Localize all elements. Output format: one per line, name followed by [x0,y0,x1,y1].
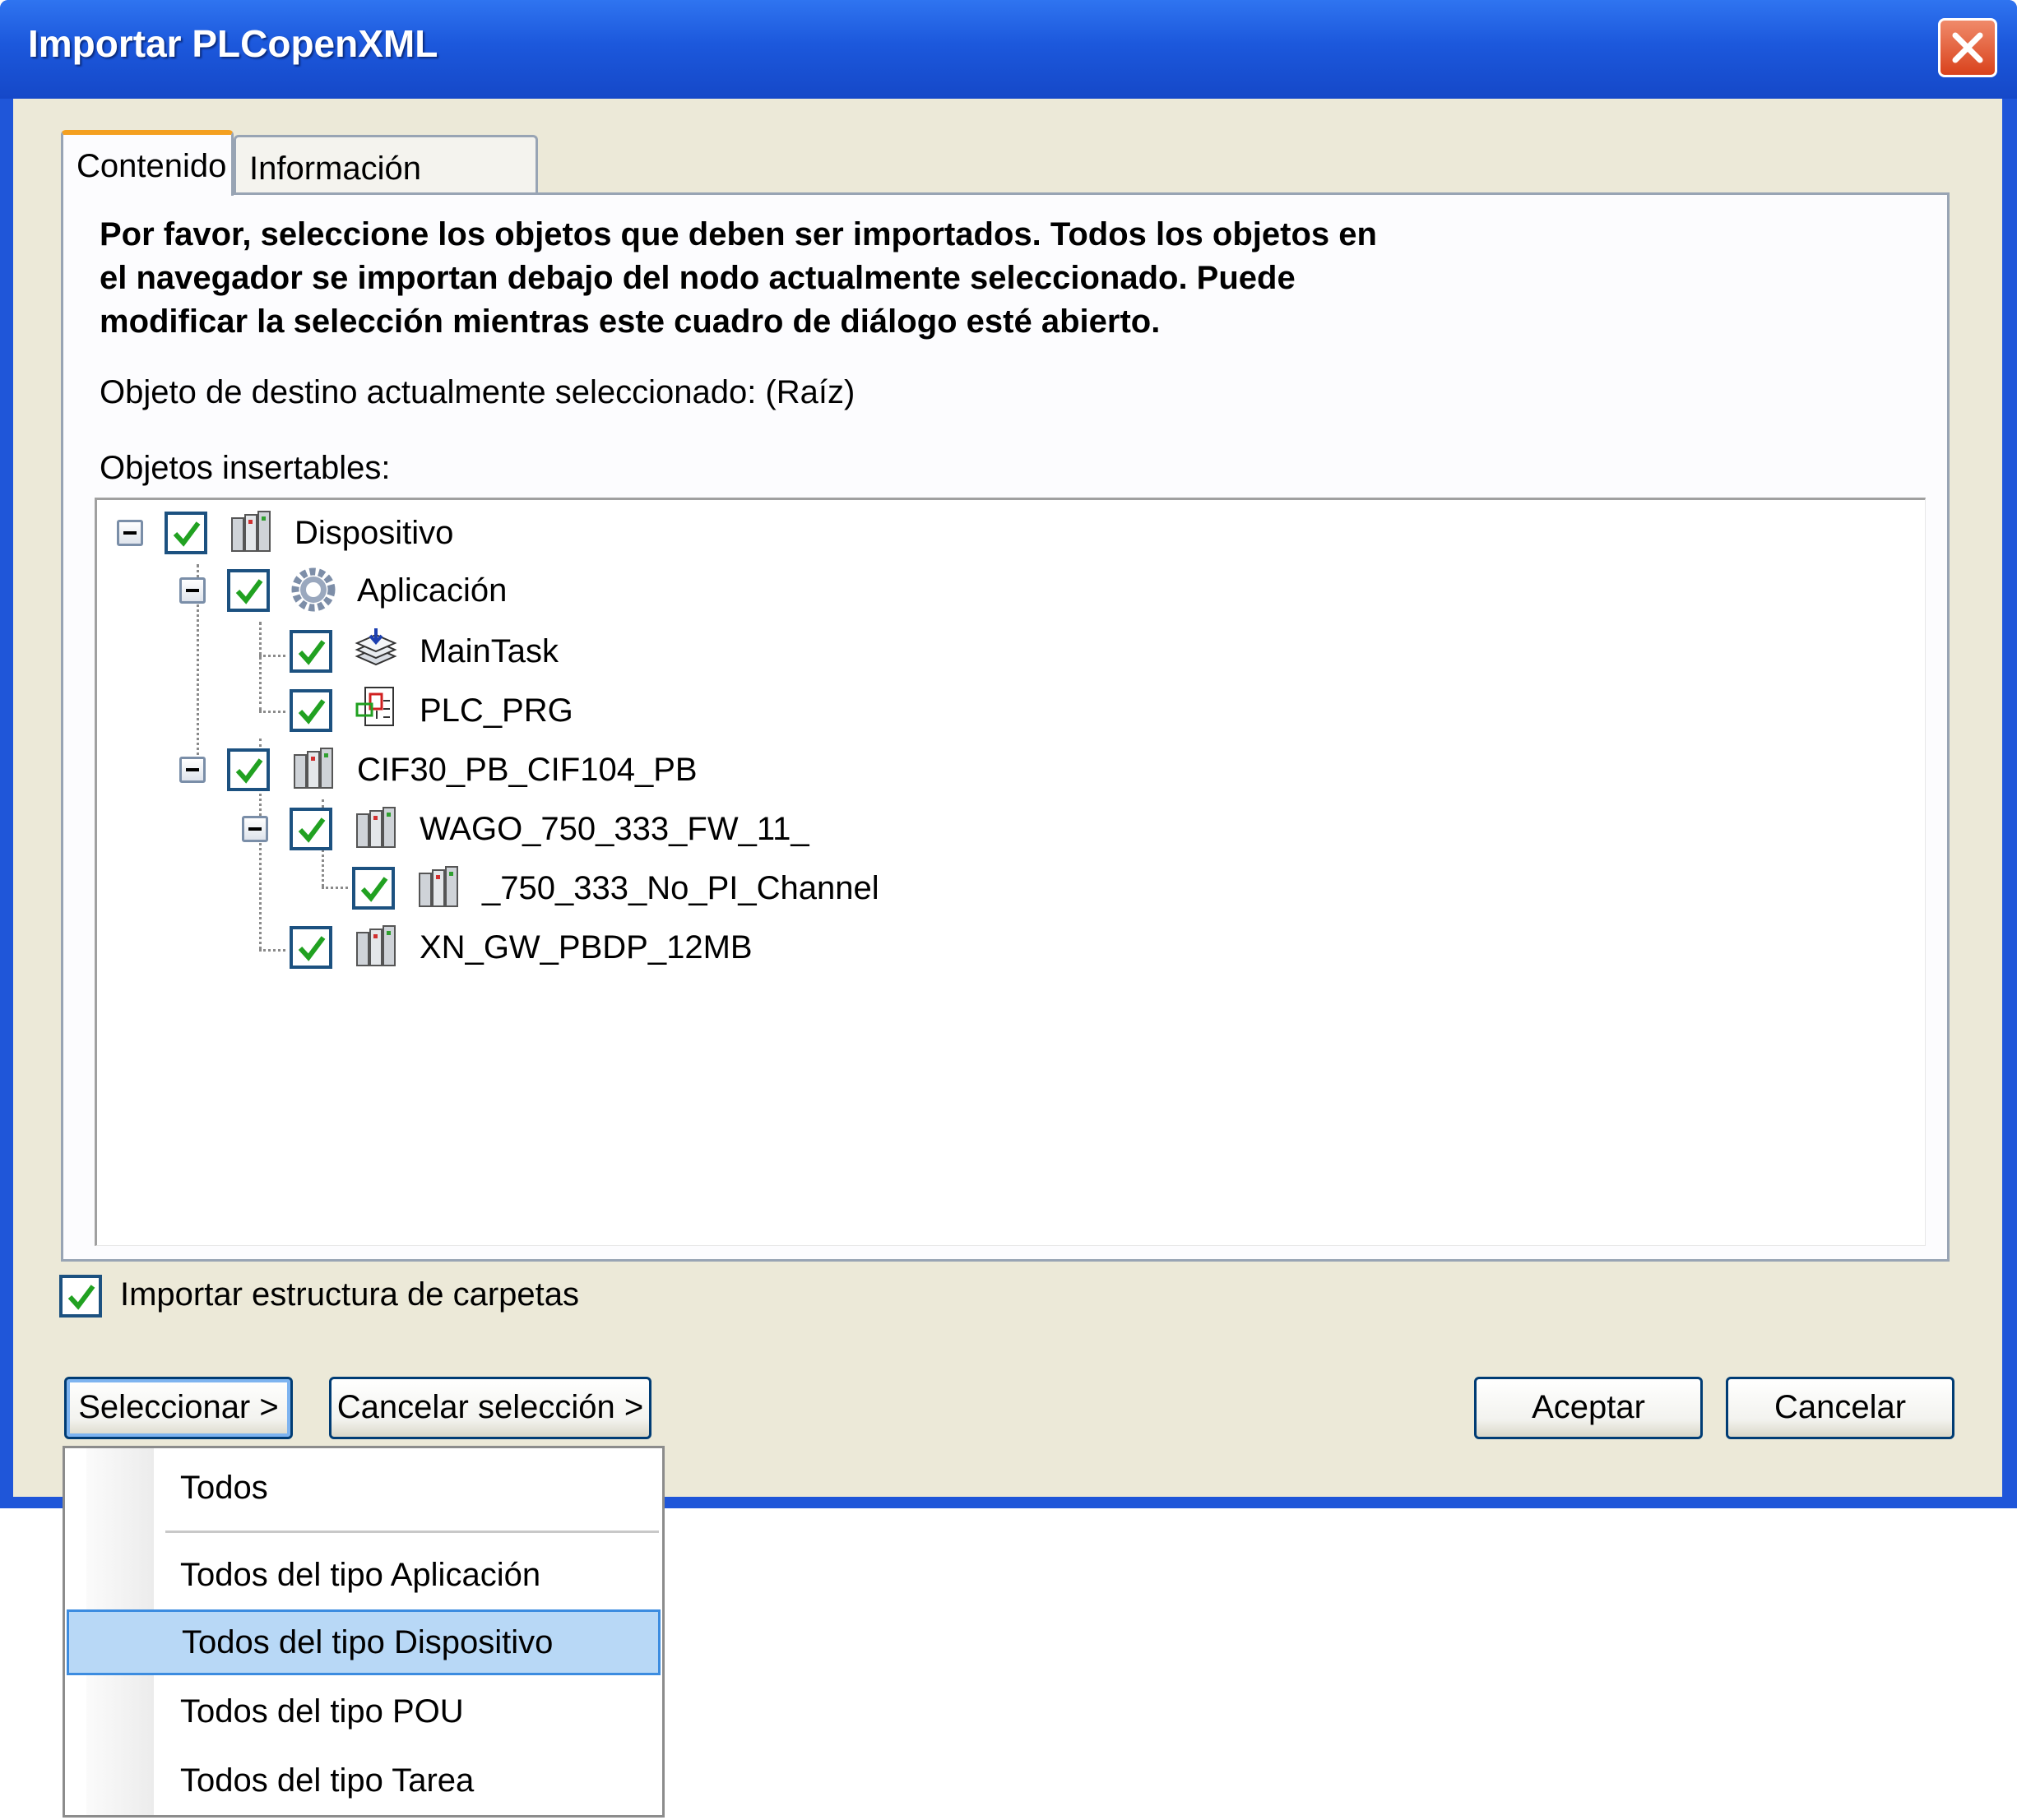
collapse-toggle[interactable] [242,816,268,842]
tree-node-aplicacion[interactable]: Aplicación [97,567,1907,617]
check-icon [298,640,326,665]
device-icon [356,925,396,966]
menu-item-todos-dispositivo[interactable]: Todos del tipo Dispositivo [67,1609,661,1675]
check-icon [67,1285,95,1310]
check-icon [298,699,326,725]
title-bar[interactable]: Importar PLCopenXML [0,0,2017,99]
node-label: CIF30_PB_CIF104_PB [357,752,698,788]
check-icon [235,579,263,604]
close-button[interactable] [1938,18,1997,77]
ok-button[interactable]: Aceptar [1474,1377,1703,1439]
tree-node-750-333-channel[interactable]: _750_333_No_PI_Channel [97,864,1907,913]
import-folder-structure-checkbox[interactable] [59,1275,102,1318]
menu-item-todos-tarea[interactable]: Todos del tipo Tarea [65,1748,662,1813]
insertable-objects-label: Objetos insertables: [100,450,391,486]
check-icon [360,877,388,902]
menu-item-todos-aplicacion[interactable]: Todos del tipo Aplicación [65,1542,662,1608]
tab-informacion-adicional[interactable]: Información adicional [234,135,538,224]
menu-separator [165,1531,659,1533]
node-label: XN_GW_PBDP_12MB [420,929,753,966]
check-icon [298,936,326,961]
collapse-toggle[interactable] [117,520,143,546]
import-folder-structure-label: Importar estructura de carpetas [120,1276,580,1313]
node-checkbox[interactable] [165,512,207,554]
node-checkbox[interactable] [290,926,332,969]
tab-contenido[interactable]: Contenido [61,130,234,196]
check-icon [298,817,326,843]
close-icon [1952,32,1983,63]
select-dropdown-menu: Todos Todos del tipo Aplicación Todos de… [63,1446,665,1818]
menu-item-todos-pou[interactable]: Todos del tipo POU [65,1679,662,1744]
instructions-text: Por favor, seleccione los objetos que de… [100,216,1377,340]
tree-node-wago[interactable]: WAGO_750_333_FW_11_ [97,804,1907,854]
collapse-toggle[interactable] [179,577,206,604]
node-label: Dispositivo [294,515,454,551]
node-checkbox[interactable] [290,689,332,732]
select-button[interactable]: Seleccionar > [64,1377,293,1439]
tab-panel-contenido: Por favor, seleccione los objetos que de… [61,192,1950,1262]
gear-icon [291,567,336,612]
tree-node-plc-prg[interactable]: PLC_PRG [97,686,1907,735]
node-label: WAGO_750_333_FW_11_ [420,811,809,847]
dialog-body: Contenido Información adicional Por favo… [13,99,2002,1497]
device-icon [231,511,271,552]
node-checkbox[interactable] [290,808,332,850]
cancel-button[interactable]: Cancelar [1726,1377,1954,1439]
tree-node-xn-gw[interactable]: XN_GW_PBDP_12MB [97,923,1907,972]
tree-node-cif30[interactable]: CIF30_PB_CIF104_PB [97,745,1907,794]
node-checkbox[interactable] [290,630,332,673]
node-label: MainTask [420,633,559,669]
device-icon [356,807,396,848]
device-icon [419,866,458,907]
node-label: _750_333_No_PI_Channel [482,870,879,906]
device-icon [294,748,333,789]
pou-icon [355,687,394,726]
node-checkbox[interactable] [227,748,270,791]
tree-node-dispositivo[interactable]: Dispositivo [97,508,1907,558]
deselect-button[interactable]: Cancelar selección > [329,1377,651,1439]
import-dialog: Importar PLCopenXML Contenido Informació… [0,0,2017,1508]
check-icon [173,521,201,547]
collapse-toggle[interactable] [179,757,206,783]
tree-node-maintask[interactable]: MainTask [97,627,1907,676]
window-title: Importar PLCopenXML [28,22,438,65]
target-object-text: Objeto de destino actualmente selecciona… [100,374,855,410]
task-icon [355,628,397,666]
check-icon [235,758,263,784]
node-label: Aplicación [357,572,508,609]
node-checkbox[interactable] [352,867,395,910]
object-tree[interactable]: Dispositivo Aplicación MainTask PLC_PRG … [95,498,1926,1246]
menu-item-todos[interactable]: Todos [65,1455,662,1521]
node-label: PLC_PRG [420,692,573,729]
node-checkbox[interactable] [227,569,270,612]
